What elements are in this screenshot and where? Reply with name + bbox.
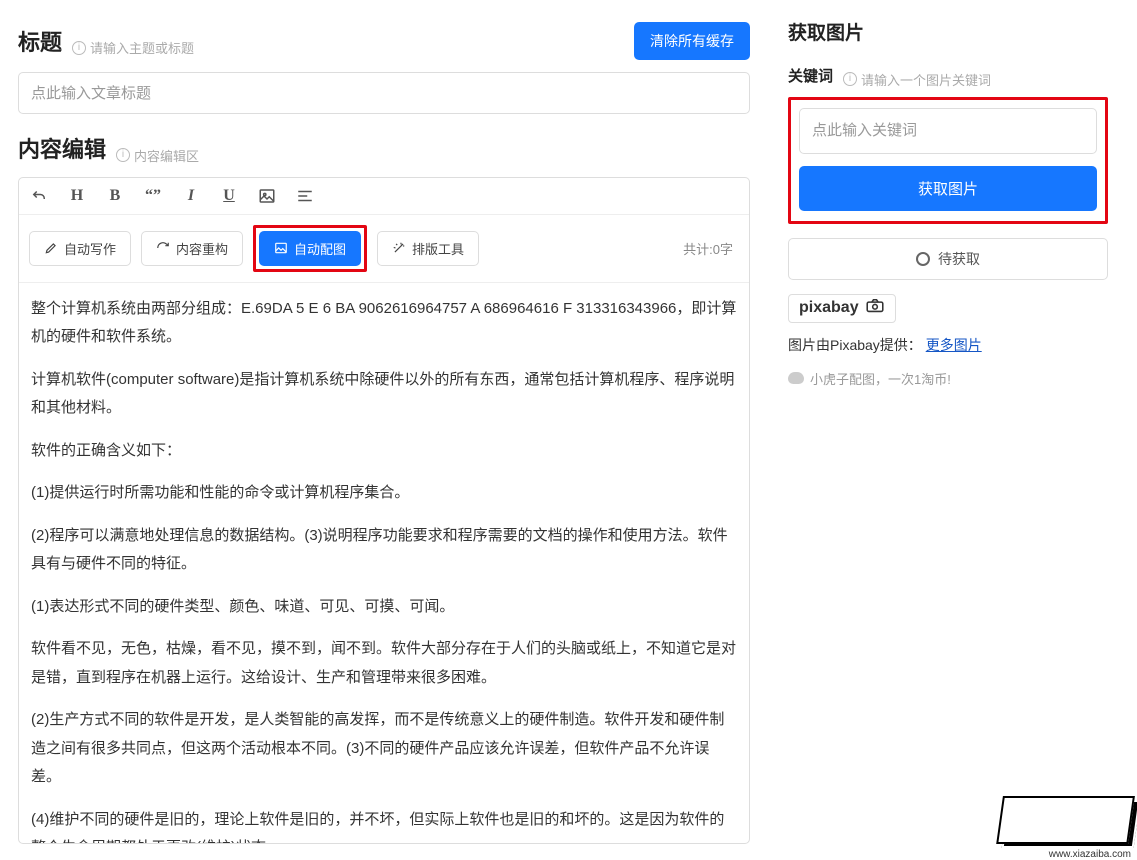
action-toolbar: 自动写作 内容重构 自动配图	[19, 215, 749, 283]
content-paragraph: 计算机软件(computer software)是指计算机系统中除硬件以外的所有…	[31, 366, 737, 423]
auto-write-button[interactable]: 自动写作	[29, 231, 131, 266]
credit-line: 图片由Pixabay提供： 更多图片	[788, 335, 1108, 355]
keyword-label-row: 关键词 i 请输入一个图片关键词	[788, 65, 1108, 89]
editor-content[interactable]: 整个计算机系统由两部分组成：E.69DA 5 E 6 BA 9062616964…	[19, 283, 749, 843]
info-icon: i	[843, 72, 857, 86]
info-icon: i	[72, 41, 86, 55]
pending-label: 待获取	[938, 249, 980, 269]
italic-icon[interactable]: I	[181, 186, 201, 206]
promo-line: 小虎子配图，一次1淘币!	[788, 369, 1108, 388]
title-section-header: 标题 i 请输入主题或标题 清除所有缓存	[18, 22, 750, 60]
quote-icon[interactable]: “”	[143, 186, 163, 206]
fetch-image-button[interactable]: 获取图片	[799, 166, 1097, 211]
more-images-link[interactable]: 更多图片	[926, 337, 982, 353]
char-count: 共计:0字	[683, 239, 739, 258]
content-paragraph: (2)程序可以满意地处理信息的数据结构。(3)说明程序功能要求和程序需要的文档的…	[31, 522, 737, 579]
content-paragraph: 整个计算机系统由两部分组成：E.69DA 5 E 6 BA 9062616964…	[31, 295, 737, 352]
heading-icon[interactable]: H	[67, 186, 87, 206]
content-paragraph: (4)维护不同的硬件是旧的，理论上软件是旧的，并不坏，但实际上软件也是旧的和坏的…	[31, 806, 737, 843]
underline-icon[interactable]: U	[219, 186, 239, 206]
align-left-icon[interactable]	[295, 186, 315, 206]
content-paragraph: (1)提供运行时所需功能和性能的命令或计算机程序集合。	[31, 479, 737, 508]
undo-icon[interactable]	[29, 186, 49, 206]
sidebar: 获取图片 关键词 i 请输入一个图片关键词 获取图片 待获取 pixabay 图…	[770, 0, 1120, 860]
pending-circle-icon	[916, 252, 930, 266]
editor-box: H B “” I U 自动写作	[18, 177, 750, 844]
keyword-hint: i 请输入一个图片关键词	[843, 70, 991, 89]
pixabay-badge: pixabay	[788, 294, 896, 323]
image-icon[interactable]	[257, 186, 277, 206]
keyword-highlight: 获取图片	[788, 97, 1108, 224]
wand-icon	[392, 241, 406, 255]
content-paragraph: 软件的正确含义如下：	[31, 437, 737, 466]
keyword-input[interactable]	[799, 108, 1097, 154]
article-title-input[interactable]	[18, 72, 750, 114]
editor-section-header: 内容编辑 i 内容编辑区	[18, 132, 750, 165]
restructure-button[interactable]: 内容重构	[141, 231, 243, 266]
auto-image-highlight: 自动配图	[253, 225, 367, 272]
bold-icon[interactable]: B	[105, 186, 125, 206]
sidebar-title: 获取图片	[788, 18, 1108, 45]
pencil-icon	[44, 241, 58, 255]
clear-cache-button[interactable]: 清除所有缓存	[634, 22, 750, 60]
keyword-label: 关键词	[788, 65, 833, 86]
editor-label: 内容编辑	[18, 132, 106, 164]
content-paragraph: (2)生产方式不同的软件是开发，是人类智能的高发挥，而不是传统意义上的硬件制造。…	[31, 706, 737, 792]
content-paragraph: 软件看不见，无色，枯燥，看不见，摸不到，闻不到。软件大部分存在于人们的头脑或纸上…	[31, 635, 737, 692]
pending-status: 待获取	[788, 238, 1108, 280]
camera-icon	[865, 299, 885, 318]
title-label: 标题	[18, 25, 62, 57]
info-icon: i	[116, 148, 130, 162]
refresh-icon	[156, 241, 170, 255]
content-paragraph: (1)表达形式不同的硬件类型、颜色、味道、可见、可摸、可闻。	[31, 593, 737, 622]
format-toolbar: H B “” I U	[19, 178, 749, 215]
editor-hint: i 内容编辑区	[116, 146, 199, 165]
cloud-icon	[788, 372, 804, 384]
title-hint: i 请输入主题或标题	[72, 38, 194, 57]
auto-image-button[interactable]: 自动配图	[259, 231, 361, 266]
layout-tool-button[interactable]: 排版工具	[377, 231, 479, 266]
image-plus-icon	[274, 241, 288, 255]
